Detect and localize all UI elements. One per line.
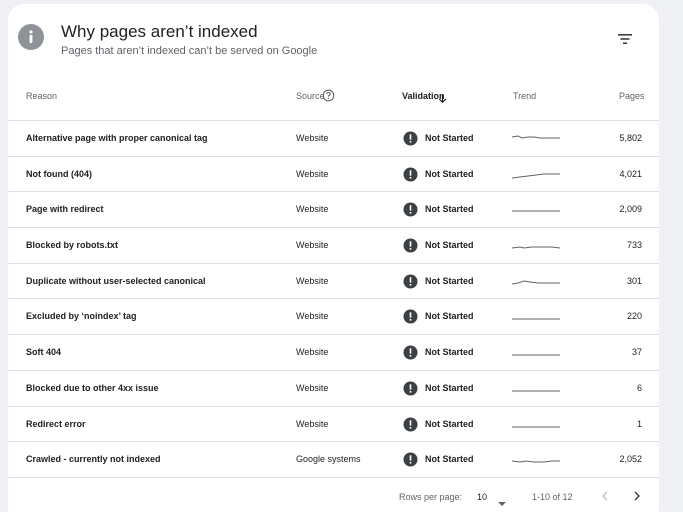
trend-sparkline [511,128,560,148]
status-alert-icon [403,381,418,396]
row-pages: 733 [626,240,642,251]
status-alert-icon [403,452,418,467]
row-pages: 4,021 [619,168,642,179]
row-reason: Excluded by ‘noindex’ tag [26,311,137,322]
row-source: Website [296,418,329,429]
row-source: Website [296,204,329,215]
filter-icon[interactable] [612,28,638,50]
table-row[interactable]: Page with redirect Website Not Started 2… [8,191,659,227]
row-reason: Soft 404 [26,347,62,358]
row-status: Not Started [425,133,474,143]
card-subtitle: Pages that aren’t indexed can’t be serve… [61,45,318,57]
row-reason: Not found (404) [26,168,92,179]
table-row[interactable]: Soft 404 Website Not Started 37 [8,334,659,370]
row-pages: 6 [636,382,642,393]
card-title: Why pages aren’t indexed [61,22,258,41]
table-row[interactable]: Blocked by robots.txt Website Not Starte… [8,227,659,263]
row-status: Not Started [425,204,474,215]
row-status: Not Started [425,240,474,251]
trend-sparkline [511,449,560,469]
info-icon [18,24,44,50]
row-reason: Duplicate without user-selected canonica… [26,275,206,286]
row-reason: Page with redirect [26,204,104,215]
row-status: Not Started [425,275,474,286]
trend-sparkline [512,414,560,434]
row-pages: 2,052 [619,454,642,465]
table-row[interactable]: Duplicate without user-selected canonica… [8,262,659,299]
row-source: Website [296,382,329,393]
status-alert-icon [403,345,418,360]
row-pages: 5,802 [619,133,642,143]
row-status: Not Started [425,418,474,429]
rows-per-page-label: Rows per page: [399,492,463,502]
status-alert-icon [403,131,418,146]
rows-per-page-select[interactable]: 10 [477,492,487,502]
column-header-pages: Pages [619,91,645,101]
row-reason: Alternative page with proper canonical t… [26,133,208,143]
row-reason: Blocked by robots.txt [26,240,119,251]
table-row[interactable]: Redirect error Website Not Started 1 [8,405,659,442]
row-source: Website [296,311,329,322]
column-header-source: Source [296,91,325,101]
trend-sparkline [512,342,560,362]
status-alert-icon [403,202,418,217]
caret-down-icon[interactable] [497,494,507,506]
trend-sparkline [512,378,560,398]
row-status: Not Started [425,347,474,358]
table-row[interactable]: Crawled - currently not indexed Google s… [8,441,659,477]
row-reason: Blocked due to other 4xx issue [26,382,159,393]
help-icon[interactable] [322,89,335,102]
column-header-reason: Reason [26,91,58,101]
row-pages: 37 [631,347,642,358]
row-status: Not Started [425,311,474,322]
status-alert-icon [403,238,418,253]
footer-divider [8,477,659,478]
row-reason: Redirect error [26,418,86,429]
trend-sparkline [512,199,560,219]
row-source: Website [296,168,329,179]
status-alert-icon [403,167,418,182]
trend-sparkline [511,271,560,291]
row-status: Not Started [425,168,474,179]
table-row[interactable]: Blocked due to other 4xx issue Website N… [8,369,659,406]
status-alert-icon [403,417,418,432]
status-alert-icon [403,274,418,289]
table-row[interactable]: Excluded by ‘noindex’ tag Website Not St… [8,298,659,334]
arrow-down-icon[interactable] [437,91,448,104]
status-alert-icon [403,309,418,324]
trend-sparkline [512,306,560,326]
chevron-right-icon[interactable] [630,489,644,503]
row-source: Website [296,275,329,286]
trend-sparkline [511,235,561,255]
chevron-left-icon[interactable] [598,489,612,503]
row-status: Not Started [425,454,474,465]
table-row[interactable]: Not found (404) Website Not Started 4,02… [8,155,659,192]
table-body: Alternative page with proper canonical t… [8,120,659,477]
row-source: Website [296,347,329,358]
row-source: Google systems [296,454,361,465]
row-status: Not Started [425,382,474,393]
trend-sparkline [511,164,560,184]
row-pages: 1 [636,418,642,429]
table-row[interactable]: Alternative page with proper canonical t… [8,120,659,156]
row-pages: 2,009 [619,204,642,215]
row-pages: 220 [626,311,642,322]
row-pages: 301 [626,275,642,286]
row-reason: Crawled - currently not indexed [26,454,161,465]
row-source: Website [296,133,329,143]
column-header-trend: Trend [513,91,537,101]
pagination-range: 1-10 of 12 [532,492,573,502]
row-source: Website [296,240,329,251]
